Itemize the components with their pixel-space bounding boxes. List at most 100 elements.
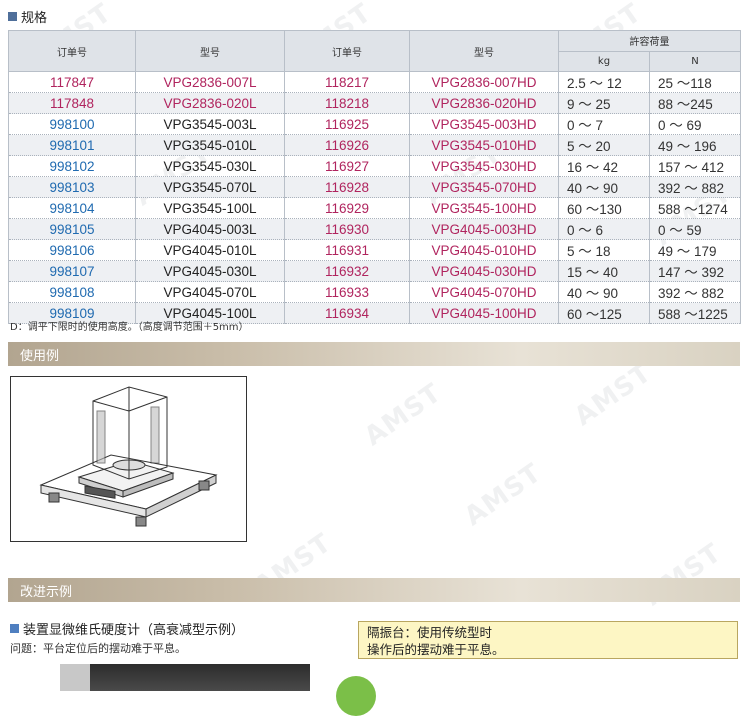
order-no-cell: 116929 (284, 197, 410, 219)
table-row: 998106 VPG4045-010L 116931 VPG4045-010HD 5 ～… (8, 239, 741, 261)
load-n-cell: 88 ～245 (649, 92, 741, 114)
model-cell: VPG4045-010HD (409, 239, 559, 261)
model-cell: VPG3545-070HD (409, 176, 559, 198)
table-row: 998108 VPG4045-070L 116933 VPG4045-070HD 40 … (8, 281, 741, 303)
watermark: AMST (459, 457, 548, 533)
model-cell: VPG4045-030HD (409, 260, 559, 282)
model-cell: VPG3545-010L (135, 134, 285, 156)
load-kg-cell: 5 ～ 18 (558, 239, 650, 261)
table-row: 998103 VPG3545-070L 116928 VPG3545-070HD 40 … (8, 176, 741, 198)
hardness-tester-photo (60, 664, 310, 691)
spec-title-text: 规格 (21, 10, 48, 26)
load-n-cell: 49 ～ 179 (649, 239, 741, 261)
order-no-cell: 998102 (8, 155, 136, 177)
table-row: 998102 VPG3545-030L 116927 VPG3545-030HD 16 … (8, 155, 741, 177)
improve-section-band: 改进示例 (8, 578, 740, 602)
order-no-cell: 998104 (8, 197, 136, 219)
load-kg-cell: 16 ～ 42 (558, 155, 650, 177)
order-no-cell: 998100 (8, 113, 136, 135)
order-no-cell: 998106 (8, 239, 136, 261)
load-n-cell: 392 ～ 882 (649, 281, 741, 303)
order-no-cell: 118218 (284, 92, 410, 114)
load-kg-cell: 60 ～130 (558, 197, 650, 219)
table-row: 998100 VPG3545-003L 116925 VPG3545-003HD 0 ～… (8, 113, 741, 135)
load-n-cell: 0 ～ 59 (649, 218, 741, 240)
header-order-no-2: 订单号 (284, 30, 410, 72)
model-cell: VPG3545-010HD (409, 134, 559, 156)
order-no-cell: 998101 (8, 134, 136, 156)
model-cell: VPG4045-030L (135, 260, 285, 282)
table-row: 998105 VPG4045-003L 116930 VPG4045-003HD 0 ～… (8, 218, 741, 240)
order-no-cell: 116932 (284, 260, 410, 282)
order-no-cell: 116926 (284, 134, 410, 156)
model-cell: VPG4045-070HD (409, 281, 559, 303)
watermark: AMST (569, 357, 658, 433)
header-model-1: 型号 (135, 30, 285, 72)
balance-on-table-illustration (39, 386, 218, 527)
spec-section-title: 规格 (8, 7, 48, 26)
improve-problem: 问题：平台定位后的摆动难于平息。 (10, 642, 186, 655)
order-no-cell: 116928 (284, 176, 410, 198)
load-kg-cell: 15 ～ 40 (558, 260, 650, 282)
callout-line-1: 隔振台：使用传统型时 (367, 625, 493, 640)
model-cell: VPG3545-070L (135, 176, 285, 198)
table-row: 117848 VPG2836-020L 118218 VPG2836-020HD 9 ～… (8, 92, 741, 114)
load-kg-cell: 0 ～ 6 (558, 218, 650, 240)
load-kg-cell: 60 ～125 (558, 302, 650, 324)
callout-box: 隔振台：使用传统型时 操作后的摆动难于平息。 (358, 621, 738, 659)
header-n: N (649, 50, 741, 72)
order-no-cell: 116934 (284, 302, 410, 324)
order-no-cell: 116927 (284, 155, 410, 177)
order-no-cell: 116930 (284, 218, 410, 240)
model-cell: VPG4045-003L (135, 218, 285, 240)
square-bullet-icon (8, 11, 17, 21)
order-no-cell: 117848 (8, 92, 136, 114)
load-n-cell: 588 ～1225 (649, 302, 741, 324)
model-cell: VPG3545-100HD (409, 197, 559, 219)
order-no-cell: 117847 (8, 71, 136, 93)
order-no-cell: 118217 (284, 71, 410, 93)
order-no-cell: 998107 (8, 260, 136, 282)
model-cell: VPG3545-003L (135, 113, 285, 135)
model-cell: VPG4045-100HD (409, 302, 559, 324)
header-model-2: 型号 (409, 30, 559, 72)
load-kg-cell: 5 ～ 20 (558, 134, 650, 156)
load-kg-cell: 9 ～ 25 (558, 92, 650, 114)
load-kg-cell: 0 ～ 7 (558, 113, 650, 135)
model-cell: VPG3545-003HD (409, 113, 559, 135)
order-no-cell: 116925 (284, 113, 410, 135)
header-order-no-1: 订单号 (8, 30, 136, 72)
order-no-cell: 998103 (8, 176, 136, 198)
square-bullet-icon (10, 624, 19, 633)
load-n-cell: 392 ～ 882 (649, 176, 741, 198)
model-cell: VPG4045-010L (135, 239, 285, 261)
table-row: 998101 VPG3545-010L 116926 VPG3545-010HD 5 ～… (8, 134, 741, 156)
model-cell: VPG3545-030L (135, 155, 285, 177)
table-note: D：调平下限时的使用高度。（高度调节范围＋5mm） (10, 322, 249, 333)
green-circle-icon (336, 676, 376, 716)
model-cell: VPG3545-100L (135, 197, 285, 219)
header-allowable-load: 許容荷量 (558, 30, 741, 52)
order-no-cell: 116931 (284, 239, 410, 261)
model-cell: VPG4045-070L (135, 281, 285, 303)
callout-line-2: 操作后的摆动难于平息。 (367, 642, 505, 657)
photo-highlight (60, 664, 90, 691)
load-n-cell: 49 ～ 196 (649, 134, 741, 156)
load-kg-cell: 40 ～ 90 (558, 176, 650, 198)
model-cell: VPG3545-030HD (409, 155, 559, 177)
load-n-cell: 147 ～ 392 (649, 260, 741, 282)
load-n-cell: 588 ～1274 (649, 197, 741, 219)
model-cell: VPG2836-007L (135, 71, 285, 93)
model-cell: VPG2836-020HD (409, 92, 559, 114)
header-kg: kg (558, 50, 650, 72)
usage-title: 使用例 (20, 348, 60, 364)
usage-illustration (10, 376, 247, 542)
table-row: 998104 VPG3545-100L 116929 VPG3545-100HD 60 … (8, 197, 741, 219)
order-no-cell: 998108 (8, 281, 136, 303)
watermark: AMST (359, 377, 448, 453)
improve-subtitle: 装置显微维氏硬度计（高衰减型示例） (10, 619, 244, 638)
table-row: 117847 VPG2836-007L 118217 VPG2836-007HD 2.5… (8, 71, 741, 93)
improve-title: 改进示例 (20, 584, 73, 600)
model-cell: VPG2836-020L (135, 92, 285, 114)
load-n-cell: 0 ～ 69 (649, 113, 741, 135)
